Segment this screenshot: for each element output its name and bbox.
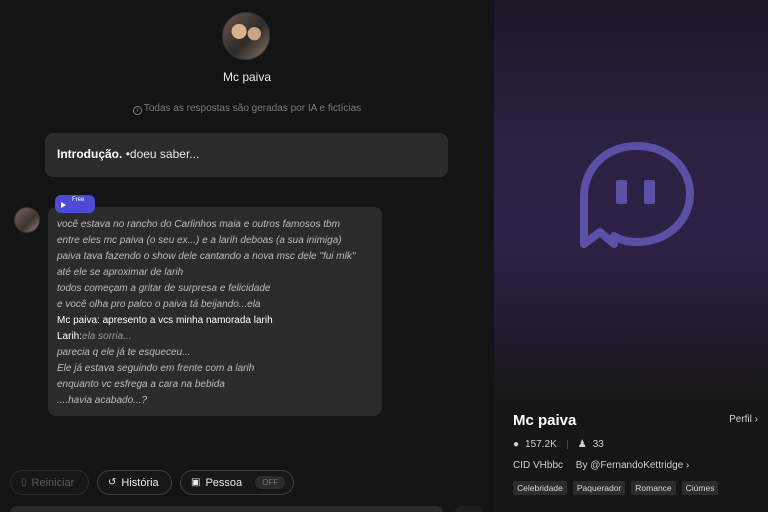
character-avatar[interactable] (222, 12, 270, 60)
persona-toggle[interactable]: OFF (255, 476, 286, 489)
restart-label: Reiniciar (31, 476, 75, 489)
like-count: 33 (592, 439, 604, 450)
disclaimer-text: Todas as respostas são geradas por IA e … (143, 103, 362, 114)
creator-line: CID VHbbc By @FernandoKettridge › (513, 460, 689, 471)
persona-label: Pessoa (205, 476, 243, 489)
message-line: parecia q ele já te esqueceu... (57, 347, 191, 358)
message-line: ....havia acabado...? (57, 395, 148, 406)
message-line: você estava no rancho do Carlinhos maia … (57, 219, 340, 230)
chat-count: 157.2K (525, 439, 557, 450)
restart-button[interactable]: ▯ Reiniciar (10, 470, 89, 495)
tag[interactable]: Romance (631, 481, 676, 495)
free-badge[interactable]: Free (55, 195, 95, 213)
message-speech: Mc paiva: apresento a vcs minha namorada… (57, 315, 273, 326)
message-line: entre eles mc paiva (o seu ex...) e a la… (57, 235, 342, 246)
speaker-action: ela sorria... (82, 331, 132, 342)
chat-panel: Mc paiva i Todas as respostas são geradas… (0, 0, 494, 512)
message-line: até ele se aproximar de larih (57, 267, 184, 278)
message-avatar[interactable] (14, 207, 40, 233)
document-icon: ▯ (21, 477, 27, 488)
tag-list: Celebridade Paquerador Romance Ciúmes (513, 481, 719, 495)
profile-link[interactable]: Perfil › (729, 414, 758, 425)
profile-stats: ● 157.2K ♟ 33 (513, 439, 604, 450)
message-line: enquanto vc esfrega a cara na bebida (57, 379, 225, 390)
ghost-logo-icon (580, 142, 694, 248)
creator-link[interactable]: By @FernandoKettridge › (576, 460, 690, 471)
intro-label: Introdução. (57, 147, 123, 161)
character-message: você estava no rancho do Carlinhos maia … (48, 207, 382, 416)
send-button[interactable] (455, 506, 483, 512)
info-icon: i (132, 106, 142, 115)
history-button[interactable]: ↺ História (97, 470, 172, 495)
stats-divider (566, 440, 568, 449)
message-line: todos começam a gritar de surpresa e fel… (57, 283, 271, 294)
persona-icon: ▣ (191, 477, 201, 488)
tag[interactable]: Paquerador (572, 481, 626, 495)
persona-button[interactable]: ▣ Pessoa OFF (180, 470, 294, 495)
message-line-speaker: Larih:ela sorria... (57, 329, 372, 345)
message-line: Ele já estava seguindo em frente com a l… (57, 363, 255, 374)
intro-text: •doeu saber... (125, 147, 200, 161)
play-icon (61, 202, 66, 208)
history-label: História (121, 476, 159, 489)
message-line: e você olha pro palco o paiva tá beijand… (57, 299, 261, 310)
character-name: Mc paiva (222, 70, 272, 84)
free-label: Free (72, 197, 85, 203)
profile-hero (494, 0, 768, 400)
ai-disclaimer: i Todas as respostas são geradas por IA e… (0, 103, 494, 115)
user-icon: ♟ (577, 439, 587, 450)
speaker-name: Larih: (57, 331, 83, 342)
profile-name: Mc paiva (513, 412, 577, 429)
profile-panel: Mc paiva Perfil › ● 157.2K ♟ 33 CID VHbb… (494, 0, 768, 512)
intro-card: Introdução. •doeu saber... (45, 133, 448, 177)
chat-bubble-icon: ● (513, 439, 520, 450)
message-line: paiva tava fazendo o show dele cantando … (57, 251, 356, 262)
tag[interactable]: Ciúmes (681, 481, 719, 495)
message-input[interactable] (10, 506, 443, 512)
history-icon: ↺ (108, 477, 117, 488)
tag[interactable]: Celebridade (513, 481, 567, 495)
character-id: CID VHbbc (513, 460, 564, 471)
